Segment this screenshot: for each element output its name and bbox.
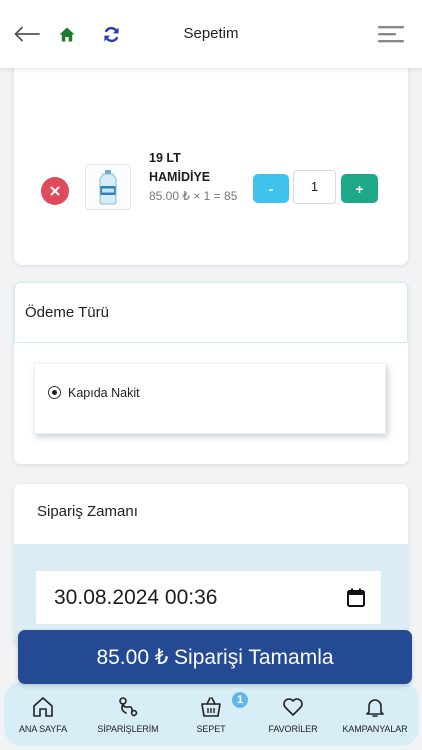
payment-type-header: Ödeme Türü [14, 282, 408, 343]
back-button[interactable] [10, 0, 44, 68]
menu-icon [378, 26, 404, 43]
product-thumbnail [85, 164, 131, 210]
order-time-title: Sipariş Zamanı [37, 503, 138, 520]
quantity-input[interactable]: 1 [293, 170, 336, 204]
payment-type-title: Ödeme Türü [25, 304, 109, 321]
bell-icon [366, 699, 384, 717]
decrease-quantity-button[interactable]: - [253, 174, 289, 203]
top-app-bar: Sepetim [0, 0, 422, 68]
menu-button[interactable] [376, 0, 406, 68]
cart-items-card: 19 LT HAMİDİYE 85.00 ₺ × 1 = 85 - 1 + [14, 60, 408, 265]
remove-item-button[interactable] [41, 177, 69, 205]
payment-option-label: Kapıda Nakit [68, 386, 140, 400]
nav-item-home[interactable]: ANA SAYFA [4, 682, 82, 746]
nav-label-campaigns: KAMPANYALAR [342, 724, 408, 734]
payment-option-cash[interactable]: Kapıda Nakit [34, 363, 386, 434]
complete-order-button[interactable]: 85.00 ₺ Siparişi Tamamla [18, 630, 412, 684]
nav-label-cart: SEPET [196, 724, 226, 734]
order-time-card: Sipariş Zamanı 30.08.2024 00:36 [14, 484, 408, 644]
nav-item-favorites[interactable]: FAVORİLER [262, 682, 324, 746]
calendar-icon[interactable] [347, 588, 365, 607]
nav-item-orders[interactable]: SİPARİŞLERİM [84, 682, 172, 746]
nav-item-campaigns[interactable]: KAMPANYALAR [334, 682, 416, 746]
radio-selected-dot [51, 389, 57, 395]
cart-page: Sepetim 19 LT HAMİDİYE 85.00 ₺ × 1 = 85 … [0, 0, 422, 750]
nav-label-favorites: FAVORİLER [268, 724, 318, 734]
order-datetime-value: 30.08.2024 00:36 [54, 586, 218, 609]
nav-label-orders: SİPARİŞLERİM [97, 724, 159, 734]
refresh-button[interactable] [100, 0, 122, 68]
product-name: 19 LT HAMİDİYE [149, 151, 211, 184]
refresh-icon [103, 26, 119, 42]
nav-label-home: ANA SAYFA [19, 724, 67, 734]
nav-item-cart[interactable]: SEPET [182, 682, 240, 746]
heart-icon [283, 698, 303, 716]
water-bottle-icon [99, 170, 117, 205]
payment-type-card: Ödeme Türü Kapıda Nakit [14, 282, 408, 464]
arrow-left-icon [14, 26, 40, 42]
bottom-navigation: ANA SAYFA SİPARİŞLERİM SEPET FAVORİLER K… [4, 682, 419, 746]
product-price-line: 85.00 ₺ × 1 = 85 [149, 189, 238, 203]
home-icon [59, 27, 75, 41]
increase-quantity-button[interactable]: + [341, 174, 378, 203]
cart-count-badge: 1 [230, 690, 250, 710]
home-outline-icon [33, 697, 53, 717]
route-icon [119, 697, 138, 717]
order-datetime-input[interactable]: 30.08.2024 00:36 [36, 571, 381, 624]
radio-button[interactable] [48, 386, 61, 399]
basket-icon [201, 697, 221, 717]
home-button[interactable] [56, 0, 78, 68]
close-icon [50, 186, 60, 196]
